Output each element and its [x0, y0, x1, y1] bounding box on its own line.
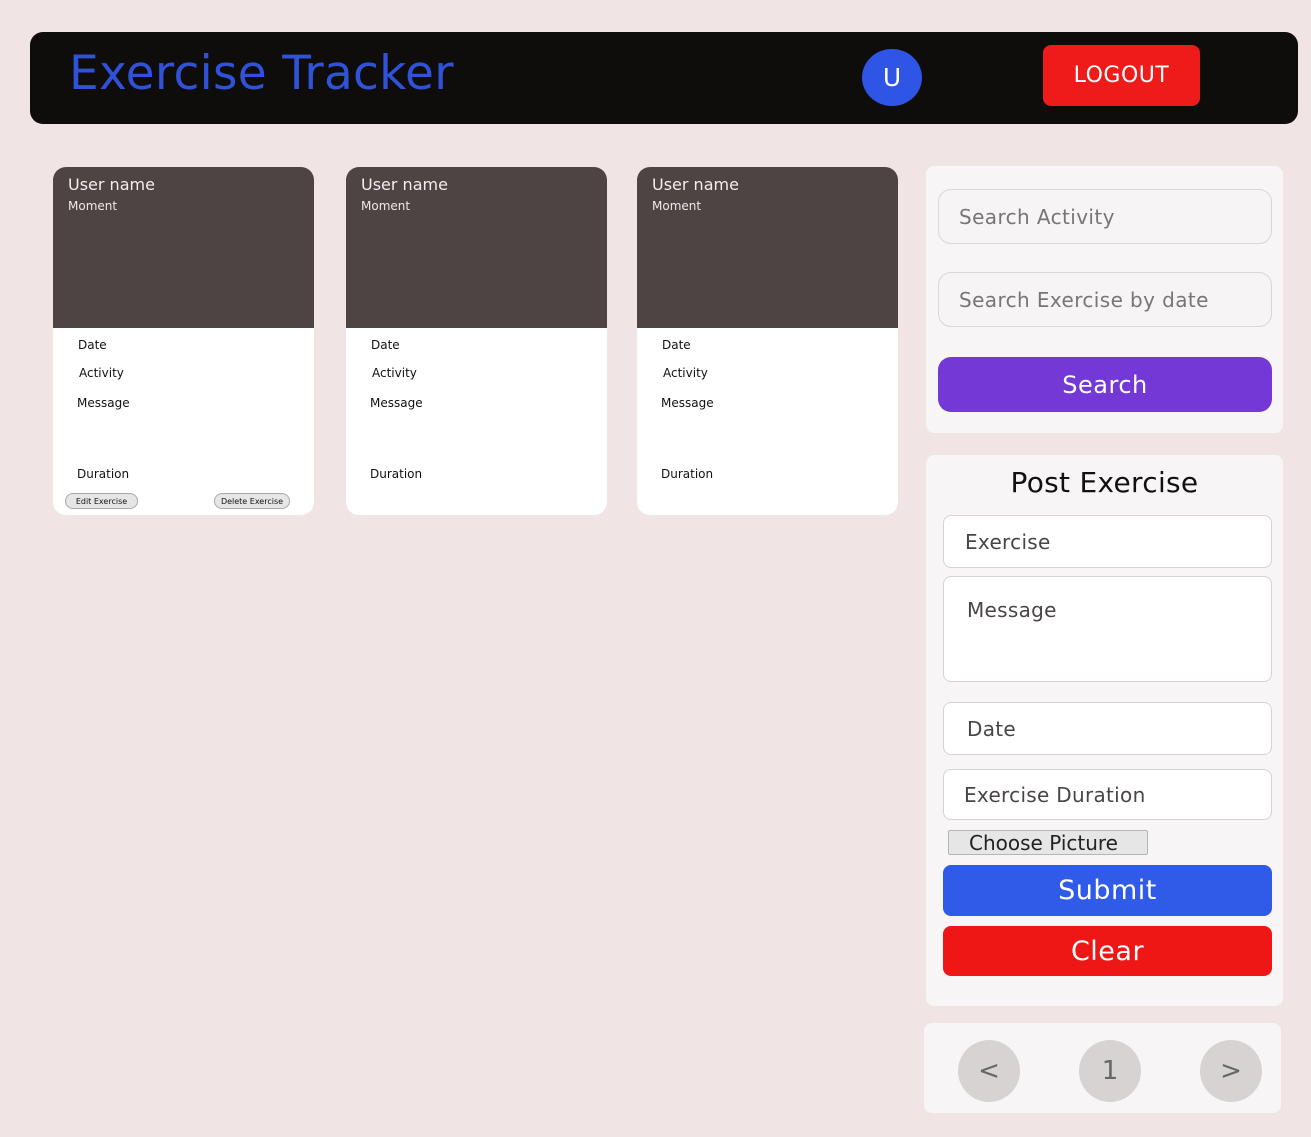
- submit-button[interactable]: Submit: [943, 865, 1272, 916]
- user-avatar[interactable]: U: [862, 49, 922, 106]
- post-exercise-title: Post Exercise: [1010, 466, 1199, 499]
- card-message-label: Message: [370, 396, 423, 410]
- card-activity-label: Activity: [79, 366, 124, 380]
- card-duration-label: Duration: [661, 467, 714, 481]
- card-date-label: Date: [371, 338, 400, 352]
- card-username: User name: [68, 175, 155, 194]
- prev-page-button[interactable]: <: [958, 1040, 1020, 1102]
- date-input[interactable]: Date: [943, 702, 1272, 755]
- exercise-card: User name Moment Date Activity Message D…: [346, 167, 607, 515]
- page-number-button[interactable]: 1: [1079, 1040, 1141, 1102]
- search-date-input[interactable]: Search Exercise by date: [938, 272, 1272, 327]
- duration-input[interactable]: Exercise Duration: [943, 769, 1272, 820]
- exercise-card: User name Moment Date Activity Message D…: [637, 167, 898, 515]
- app-title: Exercise Tracker: [69, 46, 454, 101]
- card-message-label: Message: [77, 396, 130, 410]
- card-moment: Moment: [361, 199, 411, 213]
- card-duration-label: Duration: [370, 467, 423, 481]
- clear-button[interactable]: Clear: [943, 926, 1272, 976]
- card-activity-label: Activity: [663, 366, 708, 380]
- card-message-label: Message: [661, 396, 714, 410]
- card-username: User name: [652, 175, 739, 194]
- card-moment: Moment: [652, 199, 702, 213]
- card-duration-label: Duration: [77, 467, 130, 481]
- delete-exercise-button[interactable]: Delete Exercise: [214, 493, 290, 509]
- choose-picture-button[interactable]: Choose Picture: [948, 830, 1148, 855]
- logout-button[interactable]: LOGOUT: [1043, 45, 1200, 106]
- exercise-input[interactable]: Exercise: [943, 515, 1272, 568]
- next-page-button[interactable]: >: [1200, 1040, 1262, 1102]
- search-activity-input[interactable]: Search Activity: [938, 189, 1272, 244]
- edit-exercise-button[interactable]: Edit Exercise: [65, 493, 138, 509]
- message-textarea[interactable]: Message: [943, 576, 1272, 682]
- card-activity-label: Activity: [372, 366, 417, 380]
- search-button[interactable]: Search: [938, 357, 1272, 412]
- card-date-label: Date: [662, 338, 691, 352]
- card-moment: Moment: [68, 199, 118, 213]
- exercise-card: User name Moment Date Activity Message D…: [53, 167, 314, 515]
- card-username: User name: [361, 175, 448, 194]
- card-date-label: Date: [78, 338, 107, 352]
